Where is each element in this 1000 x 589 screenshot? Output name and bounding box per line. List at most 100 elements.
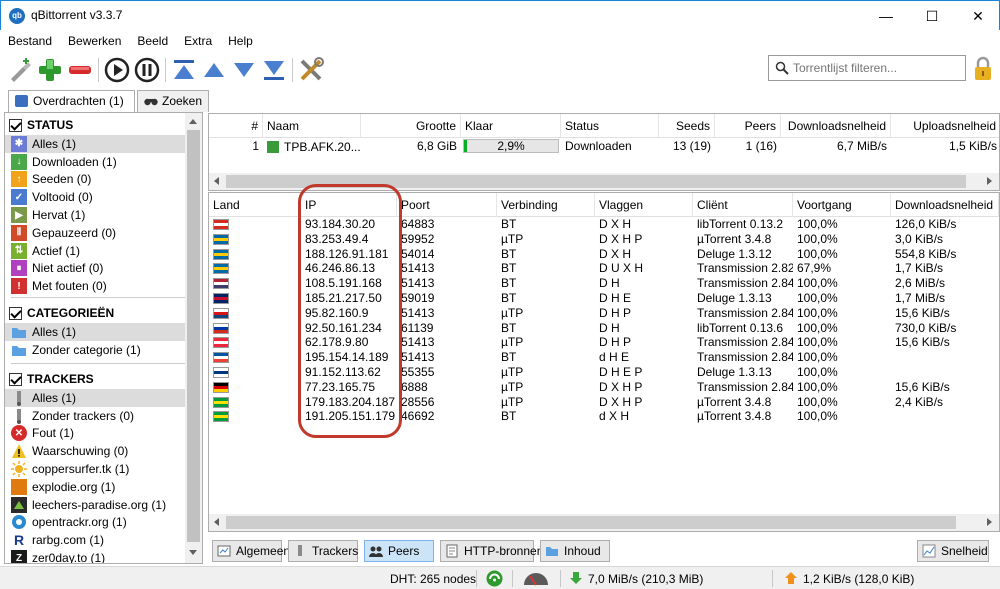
add-torrent-icon[interactable]: [36, 56, 64, 84]
scroll-down-icon[interactable]: [189, 550, 197, 555]
divider: [11, 297, 187, 298]
col-header-status[interactable]: Status: [561, 114, 659, 138]
peer-progress: 100,0%: [797, 365, 838, 379]
maximize-button[interactable]: ☐: [909, 1, 955, 31]
peer-connection: BT: [501, 217, 517, 231]
categories-header[interactable]: CATEGORIEËN: [5, 303, 187, 323]
country-flag-icon: [213, 233, 229, 245]
status-item[interactable]: ⇅ Actief (1): [5, 242, 187, 260]
menu-extra[interactable]: Extra: [176, 30, 220, 48]
peer-scroll-thumb[interactable]: [226, 516, 956, 529]
move-bottom-icon[interactable]: [260, 56, 288, 84]
status-item[interactable]: ! Met fouten (0): [5, 277, 187, 295]
tracker-item-opentrackr[interactable]: opentrackr.org (1): [5, 514, 187, 532]
col-header-port[interactable]: Poort: [397, 193, 497, 217]
col-header-size[interactable]: Grootte: [361, 114, 461, 138]
resume-icon[interactable]: [103, 56, 131, 84]
status-item[interactable]: ↓ Downloaden (1): [5, 153, 187, 171]
col-header-download-speed[interactable]: Downloadsnelheid: [781, 114, 891, 138]
col-header-upload-speed[interactable]: Uploadsnelheid: [891, 114, 999, 138]
status-item[interactable]: ▶ Hervat (1): [5, 206, 187, 224]
scroll-left-icon[interactable]: [214, 177, 219, 185]
tracker-item-leechers-paradise[interactable]: leechers-paradise.org (1): [5, 496, 187, 514]
peer-client: Transmission 2.84: [697, 350, 793, 365]
menu-bewerken[interactable]: Bewerken: [60, 30, 129, 48]
peer-progress: 100,0%: [797, 217, 838, 231]
connection-status-icon[interactable]: [486, 570, 503, 587]
peer-flags: D X H: [599, 217, 632, 231]
torrent-filter-field[interactable]: [768, 55, 966, 81]
col-header-peers[interactable]: Peers: [715, 114, 781, 138]
tracker-item-zer0day[interactable]: Zzer0day.to (1): [5, 549, 187, 563]
tracker-item-warning[interactable]: Waarschuwing (0): [5, 442, 187, 460]
tracker-item-rarbg[interactable]: Rrarbg.com (1): [5, 531, 187, 549]
remove-icon[interactable]: [66, 56, 94, 84]
tab-trackers[interactable]: Trackers: [288, 540, 358, 562]
col-header-num[interactable]: #: [231, 114, 263, 138]
col-header-client[interactable]: Cliënt: [693, 193, 793, 217]
peer-download-speed: 1,7 MiB/s: [895, 291, 946, 305]
tab-transfers[interactable]: Overdrachten (1): [8, 90, 135, 113]
category-item-all[interactable]: Alles (1): [5, 323, 187, 341]
minimize-button[interactable]: —: [863, 1, 909, 31]
lock-icon[interactable]: [972, 56, 994, 82]
status-item[interactable]: ✱ Alles (1): [5, 135, 187, 153]
tab-general[interactable]: Algemeen: [212, 540, 290, 562]
tracker-item-label: opentrackr.org (1): [32, 515, 127, 530]
status-item[interactable]: ⏸ Niet actief (0): [5, 260, 187, 278]
col-header-name[interactable]: Naam: [263, 114, 361, 138]
tab-search[interactable]: Zoeken: [137, 90, 209, 112]
peer-flags: D X H P: [599, 394, 643, 409]
peer-list-scrollbar[interactable]: [209, 514, 999, 531]
speed-limit-icon[interactable]: [522, 570, 550, 587]
tab-peers[interactable]: Peers: [364, 540, 434, 562]
col-header-download-speed[interactable]: Downloadsnelheid: [891, 193, 999, 217]
col-header-country[interactable]: Land: [209, 193, 301, 217]
upload-arrow-icon: [784, 571, 798, 585]
torrent-filter-input[interactable]: [793, 60, 961, 76]
tab-content[interactable]: Inhoud: [540, 540, 610, 562]
tracker-item-label: rarbg.com (1): [32, 533, 105, 548]
categories-checkbox[interactable]: [9, 306, 22, 320]
move-down-icon[interactable]: [230, 56, 258, 84]
torrent-row[interactable]: 1 TPB.AFK.20... 6,8 GiB 2,9% Downloaden …: [209, 138, 999, 154]
status-checkbox[interactable]: [9, 118, 22, 132]
category-item-uncategorized[interactable]: Zonder categorie (1): [5, 341, 187, 359]
col-header-progress[interactable]: Voortgang: [793, 193, 891, 217]
col-header-connection[interactable]: Verbinding: [497, 193, 595, 217]
tracker-item-error[interactable]: ✕ Fout (1): [5, 425, 187, 443]
menu-bestand[interactable]: Bestand: [0, 30, 60, 48]
tab-http-sources[interactable]: HTTP-bronnen: [440, 540, 543, 562]
trackers-checkbox[interactable]: [9, 372, 22, 386]
status-item[interactable]: Ⅱ Gepauzeerd (0): [5, 224, 187, 242]
tracker-item-coppersurfer[interactable]: coppersurfer.tk (1): [5, 460, 187, 478]
pause-icon[interactable]: [133, 56, 161, 84]
scroll-left-icon[interactable]: [214, 518, 219, 526]
peer-download-speed: [891, 365, 999, 380]
sidebar-scrollbar[interactable]: [185, 113, 202, 563]
close-button[interactable]: ✕: [955, 1, 1000, 31]
menu-beeld[interactable]: Beeld: [129, 30, 176, 48]
status-icon: ▶: [11, 207, 27, 224]
speed-button[interactable]: Snelheid: [917, 540, 989, 562]
peer-download-speed: 554,8 KiB/s: [895, 246, 957, 261]
move-top-icon[interactable]: [170, 56, 198, 84]
add-link-icon[interactable]: [6, 56, 34, 84]
move-up-icon[interactable]: [200, 56, 228, 84]
col-header-flags[interactable]: Vlaggen: [595, 193, 693, 217]
sidebar-scroll-thumb[interactable]: [187, 130, 200, 542]
scroll-right-icon[interactable]: [987, 177, 992, 185]
trackers-header[interactable]: TRACKERS: [5, 369, 187, 389]
scroll-right-icon[interactable]: [987, 518, 992, 526]
tracker-item-trackerless[interactable]: Zonder trackers (0): [5, 407, 187, 425]
status-item[interactable]: ✓ Voltooid (0): [5, 188, 187, 206]
status-header[interactable]: STATUS: [5, 115, 187, 135]
menu-help[interactable]: Help: [220, 30, 261, 48]
col-header-seeds[interactable]: Seeds: [659, 114, 715, 138]
tracker-item-all[interactable]: Alles (1): [5, 389, 187, 407]
tracker-item-explodie[interactable]: explodie.org (1): [5, 478, 187, 496]
col-header-progress[interactable]: Klaar: [461, 114, 561, 138]
options-icon[interactable]: [297, 56, 325, 84]
status-item[interactable]: ↑ Seeden (0): [5, 171, 187, 189]
scroll-up-icon[interactable]: [189, 119, 197, 124]
